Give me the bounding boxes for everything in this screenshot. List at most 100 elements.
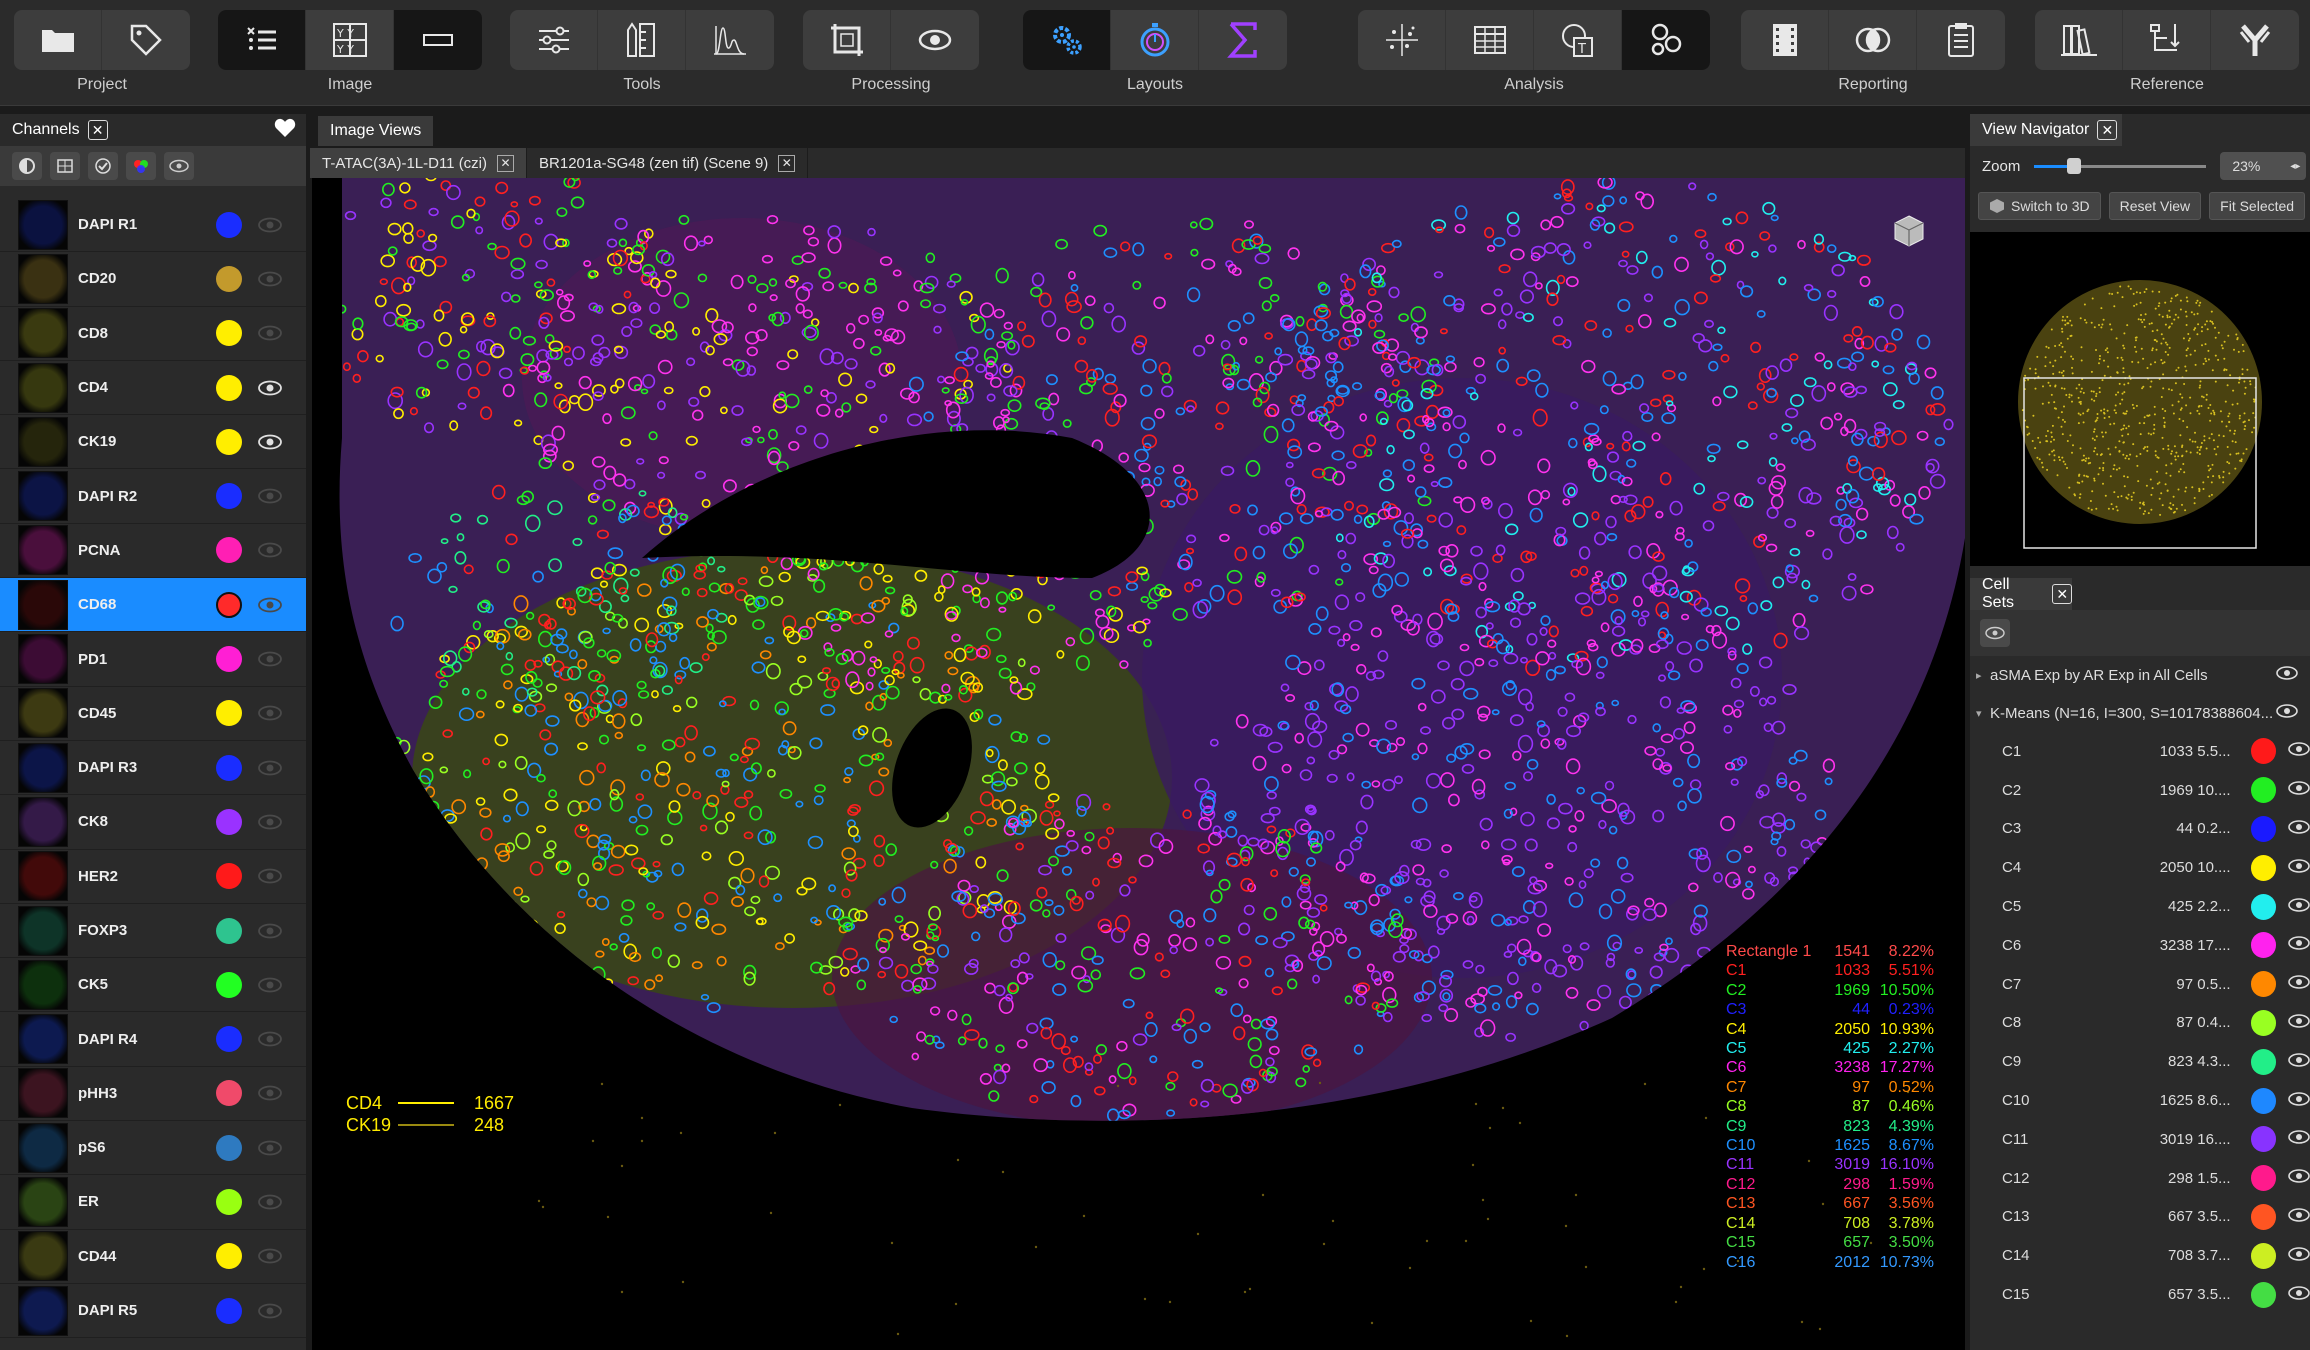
channel-row[interactable]: CD20 (0, 252, 306, 307)
check-circle-icon[interactable] (88, 152, 118, 180)
table-button[interactable] (1446, 10, 1534, 70)
cell-set-visibility[interactable] (2288, 897, 2310, 916)
eye-icon[interactable] (258, 1085, 282, 1101)
channel-row[interactable]: CK5 (0, 958, 306, 1013)
channel-color-swatch[interactable] (216, 1297, 242, 1324)
cell-set-row[interactable]: C2 1969 10.... (1970, 771, 2310, 810)
eye-icon[interactable] (258, 923, 282, 939)
cell-set-color[interactable] (2250, 738, 2277, 765)
antibody-button[interactable] (2211, 10, 2299, 70)
channel-color-swatch[interactable] (216, 1026, 242, 1053)
eye-icon[interactable] (258, 814, 282, 830)
channels-tab[interactable]: Channels ✕ (0, 114, 306, 146)
close-cell-sets-icon[interactable]: ✕ (2052, 584, 2072, 604)
channel-color-swatch[interactable] (216, 1134, 242, 1161)
scatter-button[interactable] (1358, 10, 1446, 70)
cell-set-row[interactable]: C15 657 3.5... (1970, 1275, 2310, 1314)
eye-icon[interactable] (2288, 1285, 2310, 1300)
image-tab-item[interactable]: BR1201a-SG48 (zen tif) (Scene 9) ✕ (527, 148, 809, 178)
cell-set-color[interactable] (2250, 1048, 2277, 1075)
view-navigator-tab[interactable]: View Navigator ✕ (1970, 114, 2122, 146)
zoom-handle[interactable] (2066, 157, 2081, 174)
cell-set-row[interactable]: C6 3238 17.... (1970, 926, 2310, 965)
eye-icon[interactable] (2276, 666, 2298, 680)
cell-set-color[interactable] (2250, 1281, 2277, 1308)
cell-set-visibility[interactable] (2288, 936, 2310, 954)
cell-set-row[interactable]: C1 1033 5.5... (1970, 732, 2310, 771)
channel-row[interactable]: FOXP3 (0, 904, 306, 959)
cell-set-color[interactable] (2250, 1242, 2277, 1269)
eye-icon[interactable] (2288, 1169, 2310, 1183)
eye-icon[interactable] (2288, 858, 2310, 873)
channel-color-swatch[interactable] (216, 808, 242, 835)
eye-icon[interactable] (2288, 1246, 2310, 1261)
cell-set-visibility[interactable] (2288, 975, 2310, 993)
cell-set-color[interactable] (2250, 1009, 2277, 1036)
eye-button[interactable] (891, 10, 979, 70)
shape-text-button[interactable]: T (1534, 10, 1622, 70)
sigma-button[interactable] (1199, 10, 1287, 70)
eye-icon[interactable] (2288, 781, 2310, 795)
channel-color-swatch[interactable] (216, 1188, 242, 1215)
stopwatch-button[interactable] (1111, 10, 1199, 70)
eye-icon[interactable] (258, 488, 282, 504)
eye-icon[interactable] (258, 760, 282, 776)
gears-button[interactable] (1023, 10, 1111, 70)
cell-set-visibility[interactable] (2288, 1014, 2310, 1032)
channel-row[interactable]: DAPI R5 (0, 1284, 306, 1339)
eye-icon[interactable] (2288, 1130, 2310, 1145)
channel-color-swatch[interactable] (216, 591, 242, 618)
cell-set-row[interactable]: C4 2050 10.... (1970, 848, 2310, 887)
minimap[interactable] (1970, 232, 2310, 566)
zoom-input[interactable]: 23% ◂▸ (2220, 152, 2307, 180)
books-button[interactable] (2035, 10, 2123, 70)
cell-set-row[interactable]: C3 44 0.2... (1970, 810, 2310, 849)
channel-list-button[interactable] (218, 10, 306, 70)
channel-color-swatch[interactable] (216, 537, 242, 564)
channel-row[interactable]: ER (0, 1175, 306, 1230)
eye-icon[interactable] (258, 1031, 282, 1047)
close-channels-icon[interactable]: ✕ (87, 120, 108, 140)
eye-icon[interactable] (258, 597, 282, 613)
eye-icon[interactable] (2288, 1014, 2310, 1028)
film-button[interactable] (1741, 10, 1829, 70)
tag-button[interactable] (102, 10, 190, 70)
cell-set-row[interactable]: C11 3019 16.... (1970, 1120, 2310, 1159)
cell-set-visibility[interactable] (2288, 1285, 2310, 1304)
cell-set-row[interactable]: C13 667 3.5... (1970, 1198, 2310, 1237)
zoom-slider[interactable] (2034, 157, 2207, 174)
eye-icon[interactable] (2288, 1208, 2310, 1222)
sliders-button[interactable] (510, 10, 598, 70)
channel-color-swatch[interactable] (216, 971, 242, 998)
channel-color-swatch[interactable] (216, 428, 242, 455)
cell-set-visibility[interactable] (2288, 1246, 2310, 1265)
cell-set-color[interactable] (2250, 1126, 2277, 1153)
channel-row[interactable]: PD1 (0, 632, 306, 687)
venn-button[interactable] (1829, 10, 1917, 70)
cell-set-row[interactable]: C9 823 4.3... (1970, 1042, 2310, 1081)
cell-set-visibility[interactable] (2288, 820, 2310, 838)
channel-color-swatch[interactable] (216, 646, 242, 673)
eye-icon[interactable] (258, 271, 282, 287)
channel-row[interactable]: DAPI R3 (0, 741, 306, 796)
cell-set-row[interactable]: C7 97 0.5... (1970, 965, 2310, 1004)
channel-row[interactable]: PCNA (0, 524, 306, 579)
eye-icon[interactable] (258, 651, 282, 667)
channel-row[interactable]: CD68 (0, 578, 306, 633)
eye-icon[interactable] (2276, 704, 2298, 718)
stepper-icon[interactable]: ◂▸ (2290, 161, 2300, 172)
switch-to-3d-button[interactable]: Switch to 3D (1978, 192, 2101, 220)
cell-set-visibility[interactable] (2288, 1052, 2310, 1071)
eye-icon[interactable] (258, 325, 282, 341)
channel-row[interactable]: CD4 (0, 361, 306, 416)
eye-icon[interactable] (2288, 1091, 2310, 1106)
channel-row[interactable]: CK8 (0, 795, 306, 850)
channel-color-swatch[interactable] (216, 1080, 242, 1107)
cell-set-visibility[interactable] (2288, 781, 2310, 799)
cell-set-visibility[interactable] (2288, 1208, 2310, 1226)
channel-color-swatch[interactable] (216, 483, 242, 510)
cell-set-color[interactable] (2250, 932, 2277, 959)
eye-icon[interactable] (2288, 1052, 2310, 1067)
channel-row[interactable]: pHH3 (0, 1067, 306, 1122)
cell-set-visibility[interactable] (2288, 1091, 2310, 1110)
